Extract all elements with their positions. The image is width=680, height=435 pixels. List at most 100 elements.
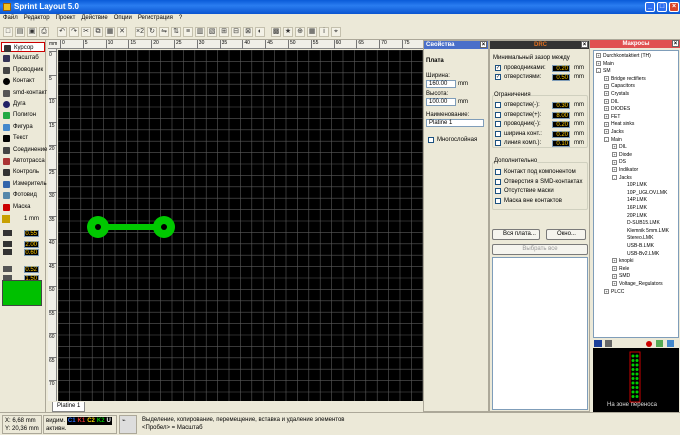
menu-options[interactable]: Опции: [111, 14, 135, 21]
tree-item[interactable]: 20P.LMK: [620, 213, 647, 219]
gap-checkbox[interactable]: ✓: [495, 65, 501, 71]
lock-icon[interactable]: ⊞: [219, 27, 229, 37]
name-input[interactable]: Platine 1: [426, 119, 484, 127]
tree-item[interactable]: USB-Bv2.LMK: [620, 251, 659, 257]
track-width-4[interactable]: 0.52: [24, 266, 39, 273]
extra-checkbox[interactable]: [495, 169, 501, 175]
extra-checkbox[interactable]: [495, 188, 501, 194]
tree-item[interactable]: + DIL: [604, 99, 619, 105]
tree-item[interactable]: 14P.LMK: [620, 197, 647, 203]
tree-expander-icon[interactable]: -: [604, 136, 609, 142]
layer-c1[interactable]: C1: [66, 417, 77, 425]
tool-zoom[interactable]: Масштаб: [1, 53, 45, 63]
check-all-button[interactable]: Вся плата...: [492, 229, 540, 240]
tool-polygon[interactable]: Полигон: [1, 110, 45, 120]
tree-item[interactable]: + Diode: [612, 152, 632, 158]
tree-expander-icon[interactable]: +: [612, 151, 617, 157]
cut-icon[interactable]: ✂: [81, 27, 91, 37]
tool-mask[interactable]: Маска: [1, 202, 45, 212]
drc-results-list[interactable]: [492, 257, 588, 410]
tree-expander-icon[interactable]: +: [604, 113, 609, 119]
tree-expander-icon[interactable]: +: [596, 60, 601, 66]
redo-icon[interactable]: ↷: [69, 27, 79, 37]
info-icon[interactable]: i: [319, 27, 329, 37]
tree-item[interactable]: D-SUB15.LMK: [620, 220, 660, 226]
tree-expander-icon[interactable]: +: [604, 98, 609, 104]
layer-k1[interactable]: K1: [76, 417, 87, 425]
tree-expander-icon[interactable]: -: [612, 174, 617, 180]
tree-item[interactable]: + DIL: [612, 144, 627, 150]
layer-k2[interactable]: K2: [95, 417, 106, 425]
tree-expander-icon[interactable]: +: [604, 91, 609, 97]
tool-measure[interactable]: Измеритель: [1, 179, 47, 189]
ungroup-icon[interactable]: ▧: [207, 27, 217, 37]
close-button[interactable]: ×: [669, 2, 679, 12]
filter-icon[interactable]: [656, 340, 663, 347]
group-icon[interactable]: ▥: [195, 27, 205, 37]
maximize-button[interactable]: □: [657, 2, 667, 12]
tree-expander-icon[interactable]: +: [612, 273, 617, 279]
tree-expander-icon[interactable]: +: [612, 281, 617, 287]
rotate-icon[interactable]: ↻: [147, 27, 157, 37]
limit-value[interactable]: 0.20: [552, 121, 570, 128]
extra-checkbox[interactable]: [495, 197, 501, 204]
duplicate-icon[interactable]: ×2: [135, 27, 145, 37]
tool-connection[interactable]: Соединение: [1, 145, 47, 155]
tree-expander-icon[interactable]: +: [596, 53, 601, 59]
settings-icon[interactable]: [667, 340, 674, 347]
tree-item[interactable]: - Jacks: [612, 175, 632, 181]
tree-item[interactable]: - SM: [596, 68, 611, 74]
solder-icon[interactable]: ⊕: [295, 27, 305, 37]
check-window-button[interactable]: Окно...: [546, 229, 586, 240]
tree-expander-icon[interactable]: +: [604, 83, 609, 89]
tree-item[interactable]: + FET: [604, 114, 620, 120]
track-width-1[interactable]: 0.55: [24, 230, 39, 237]
tree-item[interactable]: Stereo.LMK: [620, 235, 653, 241]
paste-icon[interactable]: ▦: [105, 27, 115, 37]
tree-expander-icon[interactable]: +: [612, 167, 617, 173]
board-tab[interactable]: Platine 1: [52, 402, 86, 412]
limit-checkbox[interactable]: [495, 130, 501, 137]
tree-item[interactable]: + Durchkontaktiert (TH): [596, 53, 651, 59]
track-width-3[interactable]: 0.60: [24, 249, 39, 256]
print-icon[interactable]: ⎙: [39, 27, 49, 37]
layer-c2[interactable]: C2: [86, 417, 96, 425]
pcb-canvas[interactable]: [58, 50, 425, 401]
tree-item[interactable]: + PLCC: [604, 289, 624, 295]
tree-item[interactable]: USB-B.LMK: [620, 243, 654, 249]
align-icon[interactable]: ≡: [183, 27, 193, 37]
undo-icon[interactable]: ↶: [57, 27, 67, 37]
macro-tree[interactable]: + Durchkontaktiert (TH) + Main - SM + Bridge re…: [593, 50, 679, 338]
mirror-h-icon[interactable]: ⇋: [159, 27, 169, 37]
tool-check[interactable]: Контроль: [1, 167, 45, 177]
tree-item[interactable]: - Main: [604, 137, 622, 143]
chip-icon[interactable]: ▩: [271, 27, 281, 37]
tool-photo-view[interactable]: Фотовид: [1, 190, 45, 200]
track-width-2[interactable]: 2.00: [24, 241, 39, 248]
limit-value[interactable]: 0.30: [552, 102, 570, 109]
tree-expander-icon[interactable]: +: [604, 129, 609, 135]
rating-icon[interactable]: ★: [283, 27, 293, 37]
tool-arc[interactable]: Дуга: [1, 99, 45, 109]
tree-item[interactable]: + Bridge rectifiers: [604, 76, 646, 82]
gap-value[interactable]: 0.20: [552, 65, 570, 72]
tree-item[interactable]: 16P.LMK: [620, 205, 647, 211]
select-all-button[interactable]: Выбрать все: [492, 244, 588, 255]
drc-close-icon[interactable]: ×: [581, 41, 588, 48]
tool-text[interactable]: Текст: [1, 133, 45, 143]
tree-item[interactable]: Klemnik 5mm.LMK: [620, 228, 669, 234]
tree-item[interactable]: + DS: [612, 159, 626, 165]
tree-expander-icon[interactable]: +: [612, 144, 617, 150]
menu-file[interactable]: Файл: [0, 14, 21, 21]
tool-autoroute[interactable]: Автотрасса: [1, 156, 45, 166]
tree-item[interactable]: 10P_UGLOV.LMK: [620, 190, 667, 196]
multilayer-checkbox[interactable]: [428, 137, 434, 143]
height-input[interactable]: 100.00: [426, 98, 456, 106]
limit-checkbox[interactable]: [495, 102, 501, 108]
extra-checkbox[interactable]: [495, 178, 501, 185]
record-icon[interactable]: [646, 341, 652, 347]
tool-shape[interactable]: Фигура: [1, 122, 45, 132]
limit-checkbox[interactable]: [495, 121, 501, 127]
tree-item[interactable]: + Rele: [612, 266, 629, 272]
gap-checkbox[interactable]: ✓: [495, 74, 501, 80]
